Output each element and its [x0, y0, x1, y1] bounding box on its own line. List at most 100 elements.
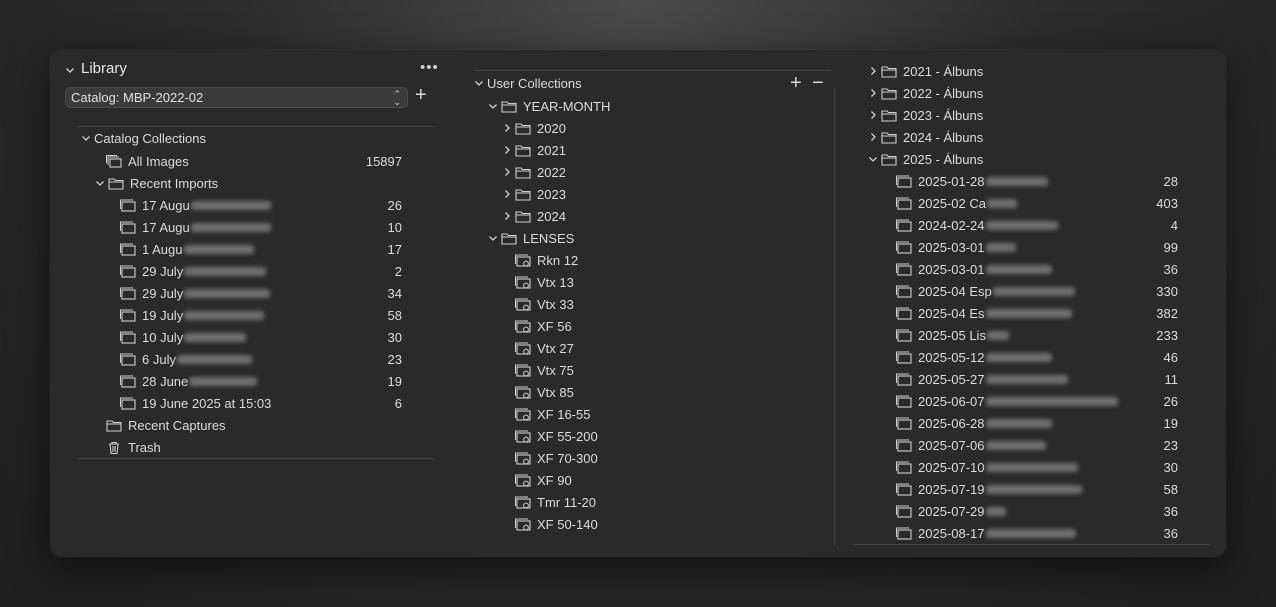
- smart-collection-icon: [515, 254, 531, 267]
- album-collection-item[interactable]: 2025-07-19 58: [896, 478, 1178, 500]
- chevron-right-icon: [867, 131, 879, 143]
- album-collection-item[interactable]: 2025-05-12 46: [896, 346, 1178, 368]
- year-folder-2024[interactable]: 2024: [501, 205, 781, 227]
- year-folder-2022[interactable]: 2022: [501, 161, 781, 183]
- folder-icon: [881, 65, 897, 78]
- album-collection-item[interactable]: 2025-08-17 36: [896, 522, 1178, 544]
- recent-import-item-count: 6: [394, 395, 402, 411]
- redacted-text: [985, 264, 1052, 274]
- album-folder[interactable]: 2023 - Álbuns: [867, 104, 1167, 126]
- add-catalog-button[interactable]: +: [415, 85, 427, 105]
- lens-collection-item[interactable]: XF 50-140: [515, 513, 785, 535]
- album-collection-item[interactable]: 2025-03-01 36: [896, 258, 1178, 280]
- lens-collection-item[interactable]: Vtx 33: [515, 293, 785, 315]
- smart-collection-icon: [515, 298, 531, 311]
- smart-collection-icon: [515, 408, 531, 421]
- album-collection-item-count: 36: [1163, 525, 1178, 541]
- lens-collection-item[interactable]: XF 90: [515, 469, 785, 491]
- year-folder-2023[interactable]: 2023: [501, 183, 781, 205]
- redacted-text: [183, 244, 254, 254]
- lens-collection-item[interactable]: XF 70-300: [515, 447, 785, 469]
- lens-collection-item[interactable]: Tmr 11-20: [515, 491, 785, 513]
- lens-collection-item[interactable]: Vtx 13: [515, 271, 785, 293]
- redacted-text: [985, 418, 1052, 428]
- album-collection-item[interactable]: 2025-05 Lis 233: [896, 324, 1178, 346]
- lens-collection-item[interactable]: XF 55-200: [515, 425, 785, 447]
- catalog-collections-header[interactable]: Catalog Collections: [80, 127, 410, 149]
- year-month-folder[interactable]: YEAR-MONTH: [487, 95, 787, 117]
- album-collection-item-count: 46: [1163, 349, 1178, 365]
- folder-icon: [515, 210, 531, 223]
- album-collection-item[interactable]: 2025-03-01 99: [896, 236, 1178, 258]
- recent-import-item[interactable]: 19 July 58: [120, 304, 402, 326]
- album-collection-item[interactable]: 2025-07-10 30: [896, 456, 1178, 478]
- user-collections-panel: User Collections + − YEAR-MONTH 2020 2021…: [470, 50, 836, 557]
- collection-icon: [120, 199, 136, 212]
- lens-collection-item[interactable]: Vtx 75: [515, 359, 785, 381]
- select-updown-icon: ⌃ ⌄: [393, 89, 401, 107]
- trash-label: Trash: [128, 439, 161, 455]
- smart-collection-icon: [515, 474, 531, 487]
- album-collection-item-count: 36: [1163, 503, 1178, 519]
- year-month-label: YEAR-MONTH: [523, 98, 611, 114]
- year-folder-2020[interactable]: 2020: [501, 117, 781, 139]
- lens-collection-item[interactable]: Vtx 27: [515, 337, 785, 359]
- album-collection-item-label: 2025-06-07: [918, 393, 985, 409]
- folder-icon: [881, 109, 897, 122]
- recent-imports-header[interactable]: Recent Imports: [94, 172, 402, 194]
- lens-collection-item-label: Tmr 11-20: [537, 494, 596, 510]
- album-folder[interactable]: 2024 - Álbuns: [867, 126, 1167, 148]
- album-collection-item[interactable]: 2025-07-06 23: [896, 434, 1178, 456]
- recent-import-item[interactable]: 28 June 19: [120, 370, 402, 392]
- user-collections-header[interactable]: User Collections: [473, 72, 773, 94]
- library-header[interactable]: Library: [64, 60, 127, 77]
- album-collection-item-count: 330: [1156, 283, 1178, 299]
- recent-import-item[interactable]: 19 June 2025 at 15:03 6: [120, 392, 402, 414]
- lens-collection-item[interactable]: Rkn 12: [515, 249, 785, 271]
- album-collection-item[interactable]: 2025-01-28 28: [896, 170, 1178, 192]
- album-collection-item[interactable]: 2025-07-29 36: [896, 500, 1178, 522]
- lens-collection-item[interactable]: XF 56: [515, 315, 785, 337]
- folder-icon: [881, 131, 897, 144]
- recent-imports-label: Recent Imports: [130, 175, 219, 191]
- collection-icon: [120, 331, 136, 344]
- album-collection-item[interactable]: 2025-06-28 19: [896, 412, 1178, 434]
- lens-collection-item[interactable]: Vtx 85: [515, 381, 785, 403]
- recent-import-item[interactable]: 17 Augu 26: [120, 194, 402, 216]
- redacted-text: [184, 288, 271, 298]
- chevron-right-icon: [867, 65, 879, 77]
- recent-import-item[interactable]: 29 July 2: [120, 260, 402, 282]
- recent-import-item-label: 6 July: [142, 351, 176, 367]
- chevron-down-icon: [80, 132, 92, 144]
- album-collection-item[interactable]: 2024-02-24 4: [896, 214, 1178, 236]
- album-collection-item[interactable]: 2025-04 Esp 330: [896, 280, 1178, 302]
- album-folder[interactable]: 2025 - Álbuns: [867, 148, 1167, 170]
- folder-icon: [501, 232, 517, 245]
- album-collection-item[interactable]: 2025-05-27 11: [896, 368, 1178, 390]
- recent-import-item[interactable]: 1 Augu 17: [120, 238, 402, 260]
- more-options-button[interactable]: •••: [420, 59, 439, 76]
- lenses-folder[interactable]: LENSES: [487, 227, 787, 249]
- album-folder[interactable]: 2021 - Álbuns: [867, 60, 1167, 82]
- album-collection-item[interactable]: 2025-02 Ca 403: [896, 192, 1178, 214]
- recent-import-item[interactable]: 6 July 23: [120, 348, 402, 370]
- album-collection-item[interactable]: 2025-06-07 26: [896, 390, 1178, 412]
- collection-icon: [896, 285, 912, 298]
- year-folder-2021[interactable]: 2021: [501, 139, 781, 161]
- catalog-select[interactable]: Catalog: MBP-2022-02 ⌃ ⌄: [65, 87, 408, 108]
- add-collection-button[interactable]: +: [790, 73, 802, 93]
- library-title: Library: [81, 60, 127, 77]
- album-folder[interactable]: 2022 - Álbuns: [867, 82, 1167, 104]
- remove-collection-button[interactable]: −: [812, 73, 824, 93]
- recent-captures-item[interactable]: Recent Captures: [106, 414, 402, 436]
- recent-import-item[interactable]: 10 July 30: [120, 326, 402, 348]
- album-collection-item-label: 2025-07-29: [918, 503, 985, 519]
- recent-import-item[interactable]: 29 July 34: [120, 282, 402, 304]
- trash-item[interactable]: Trash: [106, 436, 402, 458]
- smart-collection-icon: [515, 342, 531, 355]
- lens-collection-item[interactable]: XF 16-55: [515, 403, 785, 425]
- album-collection-item[interactable]: 2025-04 Es 382: [896, 302, 1178, 324]
- all-images-item[interactable]: All Images 15897: [106, 150, 402, 172]
- recent-import-item[interactable]: 17 Augu 10: [120, 216, 402, 238]
- smart-collection-icon: [515, 320, 531, 333]
